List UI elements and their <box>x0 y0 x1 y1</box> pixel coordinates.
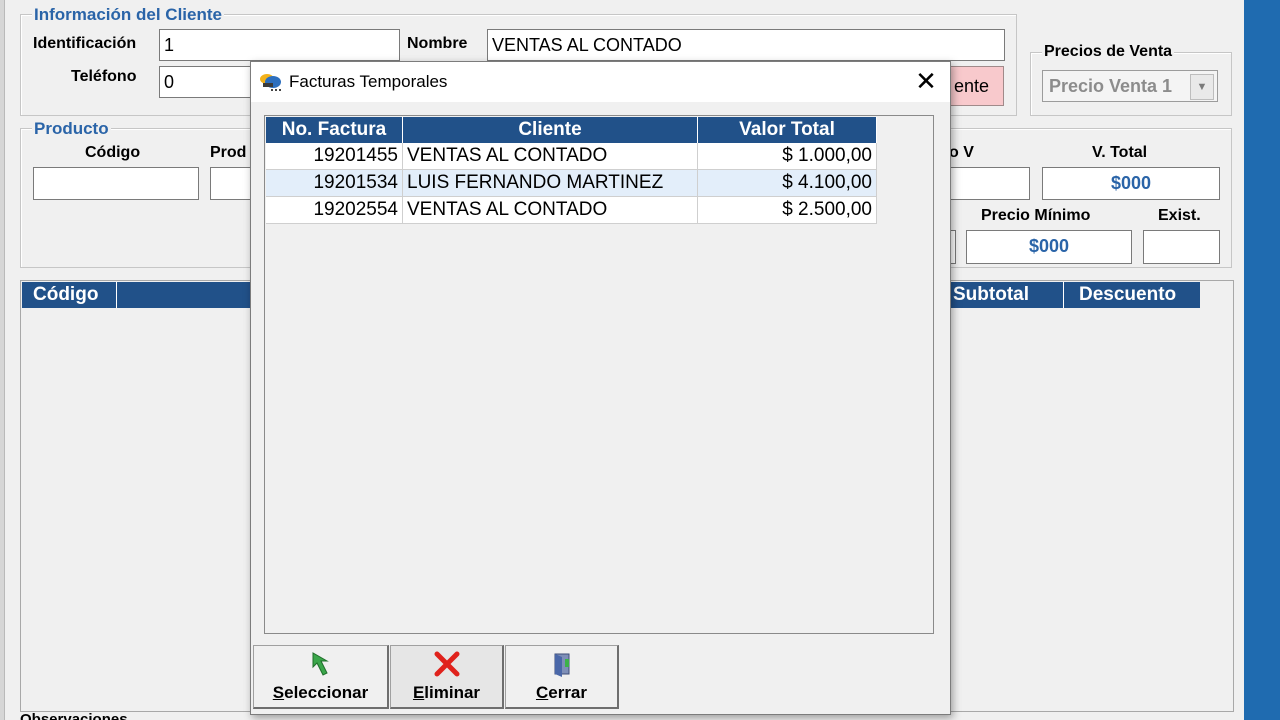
precio-v-label: o V <box>949 144 974 161</box>
select-arrow-icon <box>254 650 387 680</box>
left-edge <box>0 0 5 720</box>
col-no-factura-header[interactable]: No. Factura <box>266 117 403 143</box>
exit-door-icon <box>506 650 617 680</box>
precios-legend: Precios de Venta <box>1042 43 1175 61</box>
eliminar-label: Eliminar <box>412 683 481 702</box>
factura-cell[interactable]: 19201455 <box>266 143 403 170</box>
nombre-input[interactable]: VENTAS AL CONTADO <box>487 29 1005 61</box>
eliminar-button[interactable]: Eliminar <box>390 645 504 709</box>
precio-minimo-input[interactable]: $000 <box>966 230 1132 264</box>
table-row[interactable]: 19201455 VENTAS AL CONTADO $ 1.000,00 <box>266 143 877 170</box>
delete-x-icon <box>391 650 502 680</box>
precio-minimo-label: Precio Mínimo <box>981 207 1091 224</box>
observaciones-label: Observaciones <box>20 711 128 720</box>
header-separator <box>116 282 117 308</box>
identificacion-input[interactable]: 1 <box>159 29 400 61</box>
col-descuento-header[interactable]: Descuento <box>1079 282 1176 308</box>
valor-cell[interactable]: $ 1.000,00 <box>697 143 877 170</box>
seleccionar-label: Seleccionar <box>272 683 369 702</box>
producto-label: Prod <box>210 144 247 161</box>
app-icon <box>257 69 283 95</box>
valor-cell[interactable]: $ 2.500,00 <box>697 196 877 224</box>
header-separator <box>1063 282 1064 308</box>
cliente-cell[interactable]: LUIS FERNANDO MARTINEZ <box>402 169 698 197</box>
cliente-legend: Información del Cliente <box>32 5 224 25</box>
telefono-input[interactable]: 0 <box>159 66 259 98</box>
vtotal-input[interactable]: $000 <box>1042 167 1220 200</box>
cerrar-label: Cerrar <box>535 683 588 702</box>
seleccionar-button[interactable]: Seleccionar <box>253 645 389 709</box>
cliente-cell[interactable]: VENTAS AL CONTADO <box>402 196 698 224</box>
cliente-cell[interactable]: VENTAS AL CONTADO <box>402 143 698 170</box>
factura-cell[interactable]: 19201534 <box>266 169 403 197</box>
telefono-label: Teléfono <box>71 68 137 85</box>
dialog-titlebar[interactable]: Facturas Temporales ✕ <box>251 62 950 102</box>
right-side-panel <box>1244 0 1280 720</box>
col-cliente-header[interactable]: Cliente <box>402 117 698 143</box>
producto-legend: Producto <box>32 119 111 139</box>
vtotal-label: V. Total <box>1092 144 1148 161</box>
precio-venta-selected: Precio Venta 1 <box>1049 76 1173 96</box>
exist-label: Exist. <box>1158 207 1201 224</box>
nombre-label: Nombre <box>407 35 468 52</box>
table-row[interactable]: 19201534 LUIS FERNANDO MARTINEZ $ 4.100,… <box>266 169 877 197</box>
table-row[interactable]: 19202554 VENTAS AL CONTADO $ 2.500,00 <box>266 196 877 224</box>
close-icon[interactable]: ✕ <box>911 66 941 96</box>
facturas-grid[interactable]: No. Factura Cliente Valor Total 19201455… <box>264 115 934 634</box>
precio-v-input[interactable] <box>940 167 1030 200</box>
cerrar-button[interactable]: Cerrar <box>505 645 619 709</box>
valor-cell[interactable]: $ 4.100,00 <box>697 169 877 197</box>
chevron-down-icon[interactable]: ▼ <box>1190 74 1214 100</box>
dialog-title: Facturas Temporales <box>289 72 448 91</box>
factura-cell[interactable]: 19202554 <box>266 196 403 224</box>
facturas-table: No. Factura Cliente Valor Total 19201455… <box>266 117 877 224</box>
col-codigo-header[interactable]: Código <box>33 282 98 308</box>
codigo-input[interactable] <box>33 167 199 200</box>
exist-input[interactable] <box>1143 230 1220 264</box>
precio-venta-select[interactable]: Precio Venta 1 ▼ <box>1042 70 1218 102</box>
identificacion-label: Identificación <box>33 35 137 52</box>
facturas-temporales-dialog: Facturas Temporales ✕ No. Factura Client… <box>250 61 951 715</box>
col-subtotal-header[interactable]: Subtotal <box>953 282 1029 308</box>
codigo-label: Código <box>85 144 141 161</box>
col-valor-total-header[interactable]: Valor Total <box>697 117 877 143</box>
